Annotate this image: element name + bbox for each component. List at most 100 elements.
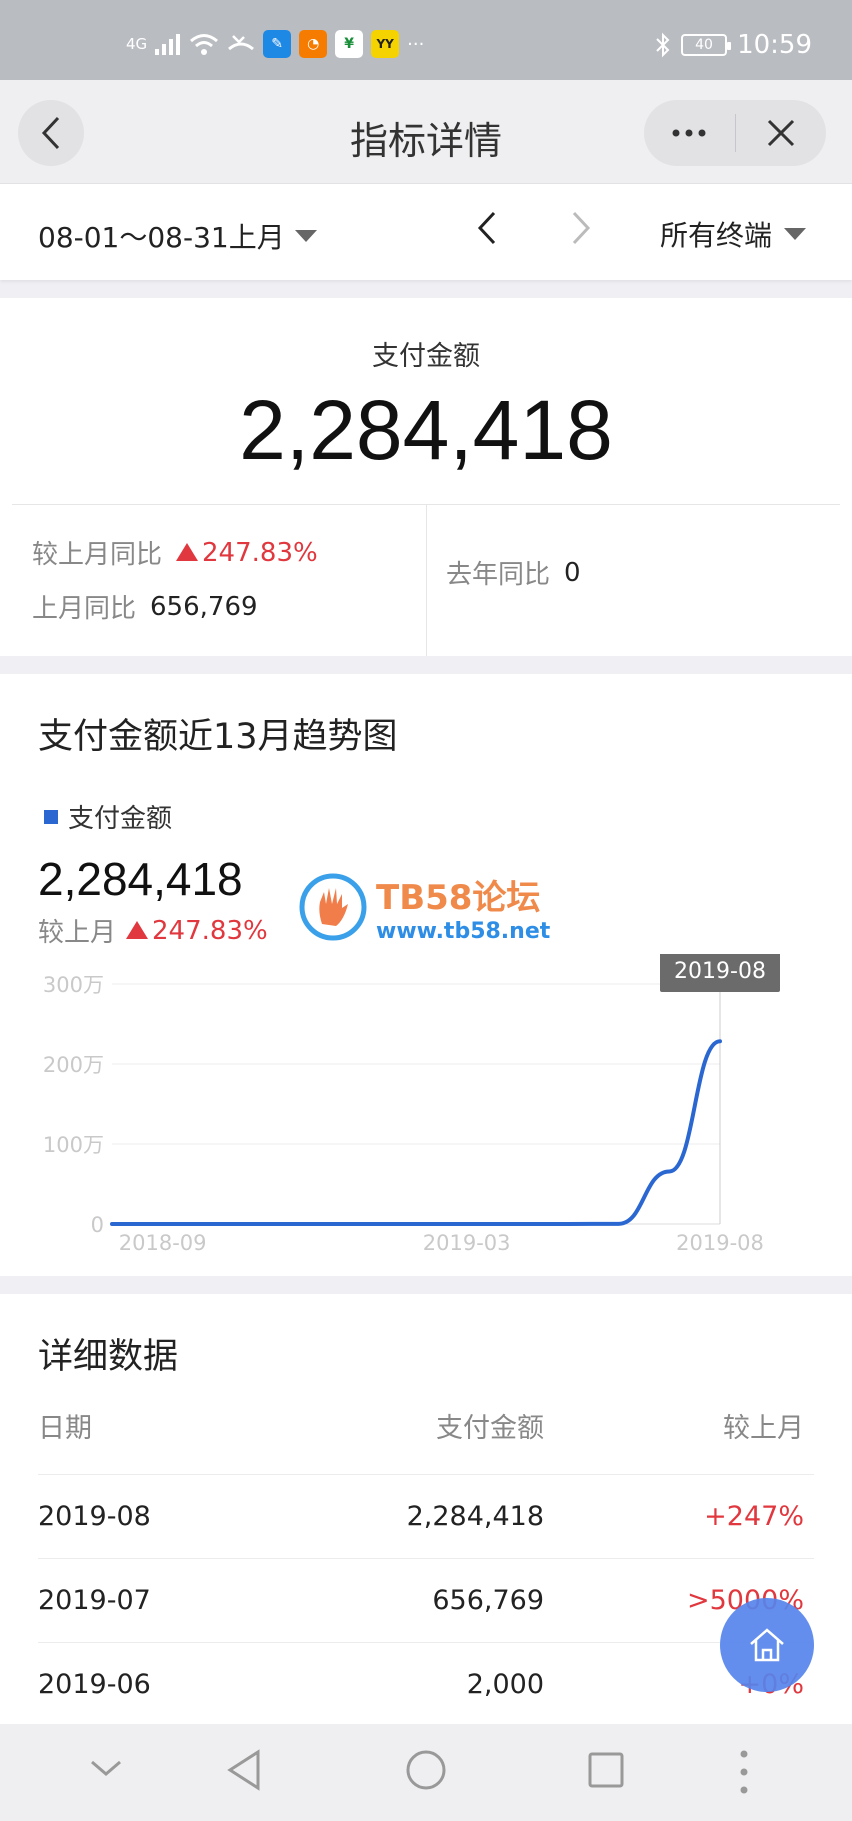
hand-logo-icon xyxy=(299,873,367,941)
row-change: +247% xyxy=(704,1501,804,1532)
divider xyxy=(426,505,427,656)
watermark-title: TB58论坛 xyxy=(376,878,541,918)
dropdown-arrow-icon xyxy=(784,228,806,240)
note-app-icon: ✎ xyxy=(263,30,292,58)
terminal-selector[interactable]: 所有终端 xyxy=(660,214,806,254)
dropdown-arrow-icon xyxy=(294,230,317,242)
app-page: 4G ✎ ◔ ¥ YY ··· 40 10:59 指标详情 08-01～08-3… xyxy=(0,0,852,1821)
signal-icon: 4G xyxy=(126,35,148,53)
missed-call-icon xyxy=(228,35,255,51)
yoy-compare: 去年同比 0 xyxy=(446,554,581,591)
y-tick-label: 0 xyxy=(91,1213,104,1237)
yoy-label: 去年同比 xyxy=(446,560,551,590)
signal-bars-icon xyxy=(155,34,181,55)
more-button[interactable] xyxy=(644,100,735,166)
trend-title: 支付金额近13月趋势图 xyxy=(38,717,398,757)
yy-app-icon: YY xyxy=(371,30,400,58)
uc-browser-icon: ◔ xyxy=(299,30,328,58)
close-icon xyxy=(767,119,794,147)
prev-label: 上月同比 xyxy=(32,594,137,624)
watermark-text: TB58论坛 www.tb58.net xyxy=(376,870,550,944)
row-date: 2019-06 xyxy=(38,1669,151,1700)
table-row: 2019-06 2,000 +0% xyxy=(38,1642,814,1726)
x-tick-label: 2019-03 xyxy=(423,1231,511,1254)
up-arrow-icon xyxy=(176,542,199,561)
system-nav-bar xyxy=(0,1724,852,1821)
x-tick-label: 2018-09 xyxy=(119,1231,207,1254)
mom-compare: 较上月同比 247.83% xyxy=(32,534,318,571)
row-date: 2019-08 xyxy=(38,1501,151,1532)
wifi-icon xyxy=(190,34,219,55)
prev-value: 656,769 xyxy=(150,591,258,622)
close-button[interactable] xyxy=(736,100,827,166)
header-change: 较上月 xyxy=(723,1413,804,1444)
table-row: 2019-07 656,769 >5000% xyxy=(38,1558,814,1642)
home-button[interactable] xyxy=(720,1598,814,1692)
row-amount: 2,000 xyxy=(466,1669,544,1700)
circle-home-icon xyxy=(406,1750,446,1790)
home-icon xyxy=(750,1628,784,1662)
x-tick-label: 2019-08 xyxy=(676,1231,764,1254)
legend-label: 支付金额 xyxy=(68,804,173,834)
chevron-down-icon xyxy=(91,1760,121,1776)
table-header: 日期 支付金额 较上月 xyxy=(38,1406,814,1450)
metric-label: 支付金额 xyxy=(372,341,480,372)
triangle-back-icon xyxy=(227,1749,260,1791)
back-nav-button[interactable] xyxy=(224,1748,264,1796)
nav-bar: 指标详情 xyxy=(0,80,852,184)
status-left: 4G ✎ ◔ ¥ YY ··· xyxy=(126,30,424,58)
date-range-label: 08-01～08-31上月 xyxy=(38,221,285,254)
y-tick-label: 100万 xyxy=(43,1133,104,1157)
y-tick-label: 300万 xyxy=(43,973,104,997)
menu-nav-button[interactable] xyxy=(734,1748,754,1800)
y-tick-label: 200万 xyxy=(43,1053,104,1077)
row-amount: 656,769 xyxy=(432,1585,544,1616)
home-nav-button[interactable] xyxy=(404,1748,448,1796)
vertical-dots-icon xyxy=(740,1750,748,1794)
recents-nav-button[interactable] xyxy=(586,1748,626,1796)
tooltip-label: 2019-08 xyxy=(674,959,766,984)
mini-program-capsule xyxy=(644,100,826,166)
series-line xyxy=(110,1039,722,1226)
up-arrow-icon xyxy=(126,920,149,939)
legend-swatch xyxy=(44,809,58,824)
trend-compare: 较上月 247.83% xyxy=(38,912,268,949)
terminal-label: 所有终端 xyxy=(659,219,772,252)
row-amount: 2,284,418 xyxy=(406,1501,544,1532)
prev-period-button[interactable] xyxy=(476,210,498,250)
bluetooth-icon xyxy=(656,32,670,58)
table-row: 2019-08 2,284,418 +247% xyxy=(38,1474,814,1558)
date-range-selector[interactable]: 08-01～08-31上月 xyxy=(38,216,317,256)
mom-change: 247.83% xyxy=(176,538,318,568)
detail-title: 详细数据 xyxy=(38,1337,179,1377)
filter-bar: 08-01～08-31上月 所有终端 xyxy=(0,184,852,280)
more-notifications-icon: ··· xyxy=(407,33,425,55)
watermark: TB58论坛 www.tb58.net xyxy=(298,870,550,944)
trend-chart[interactable]: 0 100万 200万 300万 2018-09 2019-03 2019-08 2019-0… xyxy=(0,954,852,1254)
trend-compare-value: 247.83% xyxy=(152,915,268,946)
status-right: 40 10:59 xyxy=(655,30,812,60)
mom-label: 较上月同比 xyxy=(32,540,163,570)
battery-icon: 40 xyxy=(681,34,732,56)
more-dots-icon xyxy=(672,129,706,137)
summary-card: 支付金额 2,284,418 较上月同比 247.83% 上月同比 656,76… xyxy=(0,298,852,656)
mom-value: 247.83% xyxy=(202,537,318,568)
chart-legend: 支付金额 xyxy=(44,798,172,835)
watermark-url: www.tb58.net xyxy=(376,919,551,944)
bank-app-icon: ¥ xyxy=(335,30,364,58)
yoy-value: 0 xyxy=(564,557,581,588)
trend-value: 2,284,418 xyxy=(38,853,243,905)
trend-card: 支付金额近13月趋势图 支付金额 2,284,418 较上月 247.83% T… xyxy=(0,674,852,1276)
row-date: 2019-07 xyxy=(38,1585,151,1616)
clock: 10:59 xyxy=(737,30,812,60)
prev-compare: 上月同比 656,769 xyxy=(32,588,258,625)
header-amount: 支付金额 xyxy=(436,1413,544,1444)
status-bar: 4G ✎ ◔ ¥ YY ··· 40 10:59 xyxy=(0,0,852,80)
trend-change: 247.83% xyxy=(126,916,268,946)
metric-value: 2,284,418 xyxy=(239,383,613,477)
hide-keyboard-button[interactable] xyxy=(88,1748,124,1792)
chevron-left-icon xyxy=(477,211,496,245)
trend-compare-label: 较上月 xyxy=(38,918,117,948)
next-period-button[interactable] xyxy=(570,210,592,250)
chevron-right-icon xyxy=(572,211,591,245)
